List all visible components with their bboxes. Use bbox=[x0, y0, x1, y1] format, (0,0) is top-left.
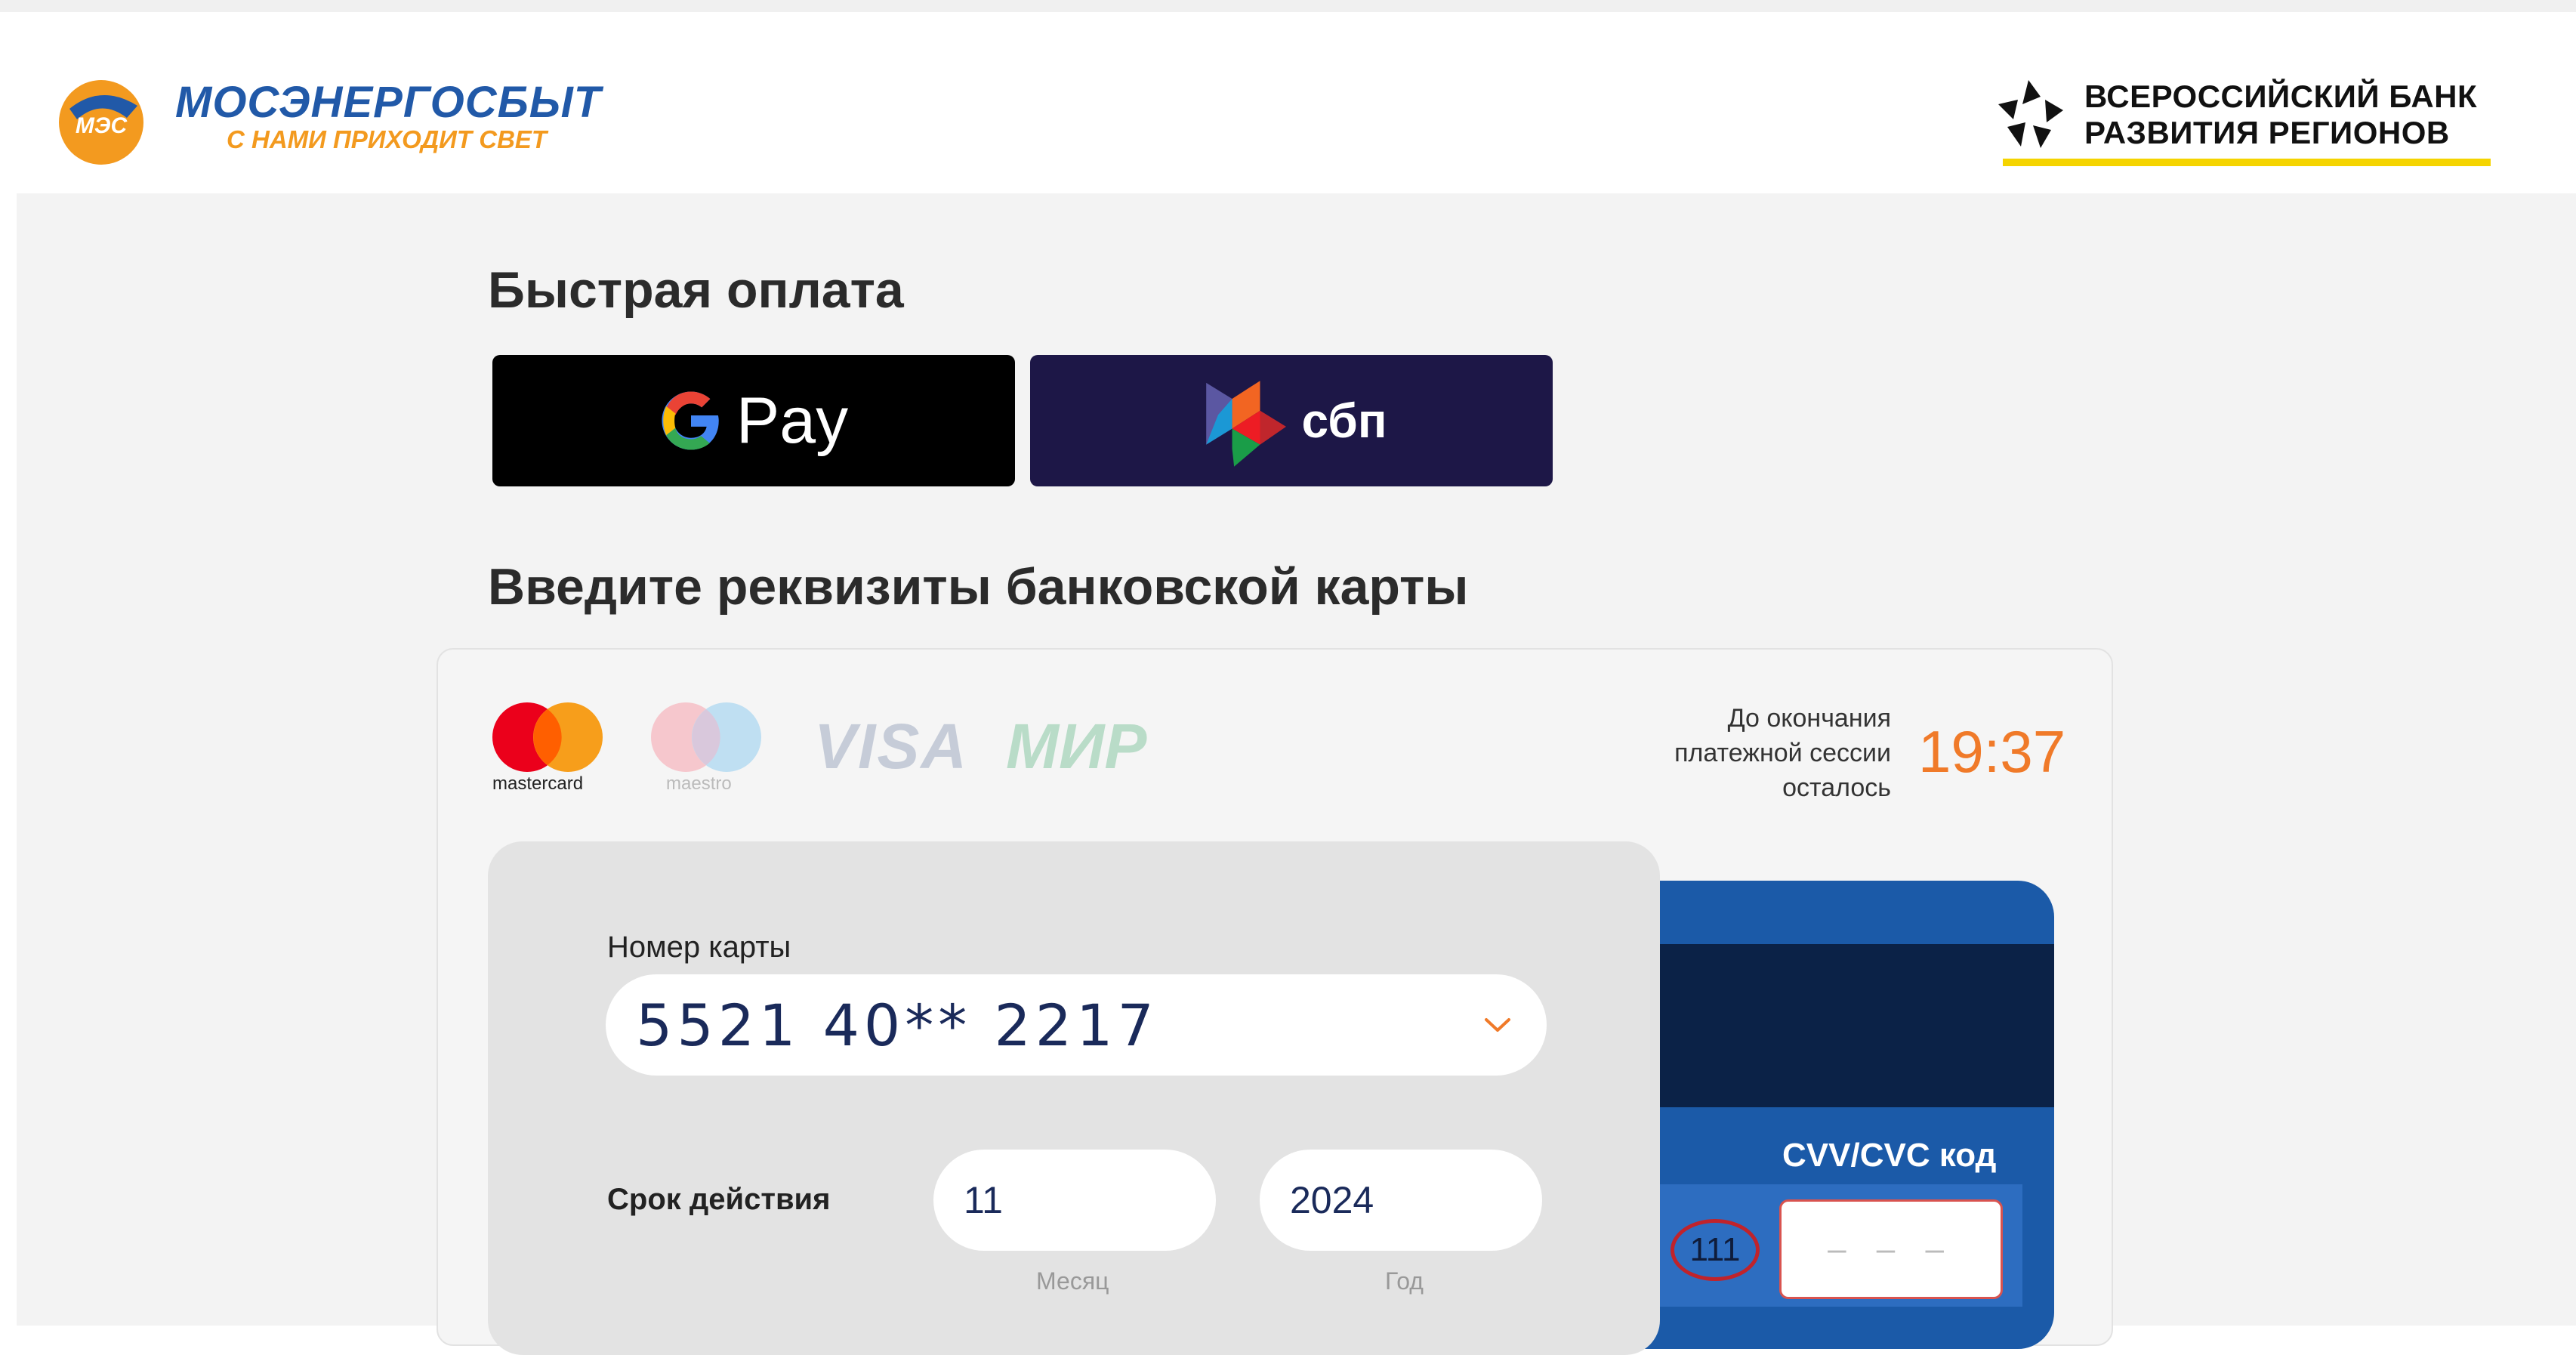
year-hint: Год bbox=[1385, 1267, 1424, 1295]
expiry-year-input[interactable]: 2024 bbox=[1260, 1150, 1542, 1251]
month-hint: Месяц bbox=[1036, 1267, 1109, 1295]
cvv-sample-highlight: 111 bbox=[1671, 1219, 1760, 1281]
vbrr-yellow-bar bbox=[2003, 159, 2491, 166]
card-number-label: Номер карты bbox=[607, 931, 791, 964]
expiry-month-value: 11 bbox=[964, 1179, 1003, 1221]
header: МЭС МОСЭНЕРГОСБЫТ С НАМИ ПРИХОДИТ СВЕТ В… bbox=[0, 12, 2576, 193]
timer-label-line-3: осталось bbox=[1782, 773, 1891, 802]
cvv-label: CVV/CVC код bbox=[1782, 1137, 1997, 1174]
expiry-label: Срок действия bbox=[607, 1183, 831, 1216]
mes-slogan: С НАМИ ПРИХОДИТ СВЕТ bbox=[227, 125, 548, 153]
cvv-input[interactable]: – – – bbox=[1779, 1199, 2003, 1299]
vbrr-line-2: РАЗВИТИЯ РЕГИОНОВ bbox=[2084, 115, 2450, 150]
top-strip bbox=[0, 0, 2576, 12]
google-g-icon bbox=[662, 391, 719, 450]
visa-logo: VISA bbox=[814, 711, 969, 782]
mir-logo: МИР bbox=[1006, 711, 1147, 782]
vbrr-line-1: ВСЕРОССИЙСКИЙ БАНК bbox=[2084, 79, 2478, 114]
timer-label-line-2: платежной сессии bbox=[1674, 739, 1891, 767]
quick-pay-title: Быстрая оплата bbox=[488, 261, 904, 319]
vbrr-logo-icon bbox=[1998, 80, 2063, 148]
google-pay-label: Pay bbox=[736, 384, 849, 457]
maestro-label: maestro bbox=[666, 773, 732, 794]
sbp-logo-icon bbox=[1205, 381, 1286, 467]
timer-label-line-1: До окончания bbox=[1727, 704, 1891, 733]
magnetic-strip bbox=[1593, 944, 2054, 1107]
card-number-value: 5521 40** 2217 bbox=[636, 991, 1158, 1059]
session-timer-label: До окончания платежной сессии осталось bbox=[1631, 701, 1891, 805]
session-timer-value: 19:37 bbox=[1918, 718, 2066, 785]
mosenergosbyt-logo-icon: МЭС bbox=[59, 80, 143, 165]
card-form-title: Введите реквизиты банковской карты bbox=[488, 558, 1469, 616]
mastercard-label: mastercard bbox=[492, 773, 584, 794]
google-pay-button[interactable]: Pay bbox=[492, 355, 1015, 486]
sbp-button[interactable]: сбп bbox=[1030, 355, 1553, 486]
card-number-input[interactable]: 5521 40** 2217 bbox=[606, 974, 1547, 1076]
sbp-label: сбп bbox=[1301, 394, 1387, 448]
vbrr-bank-name: ВСЕРОССИЙСКИЙ БАНК РАЗВИТИЯ РЕГИОНОВ bbox=[2084, 79, 2477, 151]
expiry-year-value: 2024 bbox=[1290, 1179, 1374, 1221]
expiry-month-input[interactable]: 11 bbox=[933, 1150, 1216, 1251]
mes-abbr: МЭС bbox=[76, 113, 128, 138]
mes-brand-name: МОСЭНЕРГОСБЫТ bbox=[175, 78, 602, 127]
chevron-down-icon[interactable] bbox=[1479, 1006, 1516, 1044]
